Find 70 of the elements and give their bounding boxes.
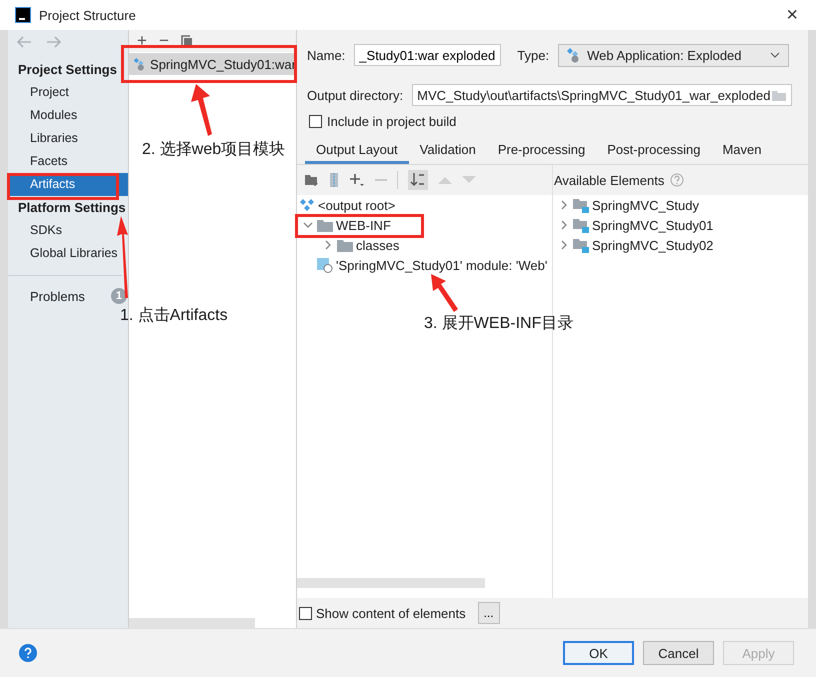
checkbox-label: Show content of elements (316, 606, 466, 620)
annotation-arrow (188, 84, 214, 136)
expand-chevron-icon[interactable] (303, 220, 313, 230)
section-heading: Platform Settings (17, 199, 127, 217)
more-button[interactable]: ... (478, 602, 500, 624)
annotation-text: 2. 选择web项目模块 (142, 140, 286, 160)
tree-item[interactable]: SpringMVC_Study (592, 198, 699, 212)
tab[interactable]: Validation (408, 138, 487, 164)
add-dropdown-icon[interactable] (349, 173, 365, 187)
annotation-text: 1. 点击Artifacts (120, 306, 228, 326)
scrollbar[interactable] (129, 618, 255, 628)
collapse-chevron-icon[interactable] (323, 240, 333, 250)
add-button[interactable]: + (137, 31, 147, 51)
remove-button[interactable]: − (158, 31, 169, 51)
artifact-item[interactable]: SpringMVC_Study01:war (129, 53, 296, 75)
annotation-text: 3. 展开WEB-INF目录 (424, 314, 574, 334)
module-folder-icon (573, 238, 589, 252)
sidebar-item[interactable]: SDKs (30, 219, 62, 242)
checkbox-label: Include in project build (327, 114, 456, 128)
sort-icon[interactable] (408, 170, 428, 190)
copy-icon[interactable] (180, 34, 193, 48)
tree-item[interactable]: SpringMVC_Study02 (592, 238, 714, 252)
tab[interactable]: Pre-processing (486, 138, 596, 164)
tree-item[interactable]: <output root> (318, 198, 396, 212)
folder-icon (317, 218, 333, 232)
archive-icon[interactable] (329, 173, 339, 187)
collapse-chevron-icon[interactable] (559, 220, 569, 230)
sidebar-item[interactable]: Facets (30, 150, 68, 173)
web-artifact-icon (565, 47, 582, 63)
output-directory-field[interactable]: MVC_Study\out\artifacts\SpringMVC_Study01_war_exploded (412, 84, 792, 106)
module-folder-icon (573, 218, 589, 232)
checkbox[interactable] (299, 606, 312, 620)
close-button[interactable]: × (786, 4, 798, 26)
output-root-icon (299, 198, 315, 212)
tree-item[interactable]: 'SpringMVC_Study01' module: 'Web' (336, 258, 548, 272)
section-heading: Project Settings (17, 61, 118, 79)
name-field[interactable]: _Study01:war exploded (354, 44, 502, 66)
help-icon[interactable] (19, 644, 37, 662)
window-title: Project Structure (39, 8, 136, 22)
module-folder-icon (573, 198, 589, 212)
sidebar-item[interactable]: Global Libraries (30, 242, 118, 265)
type-dropdown[interactable]: Web Application: Exploded (558, 44, 790, 66)
dialog-button[interactable]: OK (563, 641, 634, 665)
collapse-chevron-icon[interactable] (559, 200, 569, 210)
annotation-arrow (428, 274, 458, 312)
name-label: Name: (307, 48, 346, 62)
sidebar-item[interactable]: Libraries (30, 127, 78, 150)
web-artifact-icon (132, 56, 146, 72)
scrollbar[interactable] (297, 578, 485, 588)
tree-item[interactable]: WEB-INF (336, 218, 391, 232)
problems-item[interactable]: Problems (30, 288, 85, 304)
tree-item[interactable]: classes (356, 238, 400, 252)
help-icon[interactable] (670, 173, 684, 187)
web-module-icon (317, 257, 333, 273)
app-icon (15, 7, 31, 23)
tab[interactable]: Post-processing (596, 138, 712, 164)
checkbox[interactable] (309, 114, 322, 128)
sidebar-item[interactable]: Modules (30, 104, 78, 127)
output-directory-label: Output directory: (307, 88, 404, 102)
sidebar-item[interactable]: Project (30, 81, 69, 104)
tab[interactable]: Maven (711, 138, 772, 164)
dialog-button[interactable]: Cancel (643, 641, 714, 665)
available-elements-title: Available Elements (554, 172, 664, 188)
problem-count-badge: 1 (110, 288, 127, 304)
collapse-chevron-icon[interactable] (559, 240, 569, 250)
new-folder-icon[interactable] (305, 174, 319, 186)
dropdown-caret-icon (770, 52, 780, 58)
folder-icon (337, 238, 353, 252)
tree-item[interactable]: SpringMVC_Study01 (592, 218, 714, 232)
type-label: Type: (517, 48, 550, 62)
